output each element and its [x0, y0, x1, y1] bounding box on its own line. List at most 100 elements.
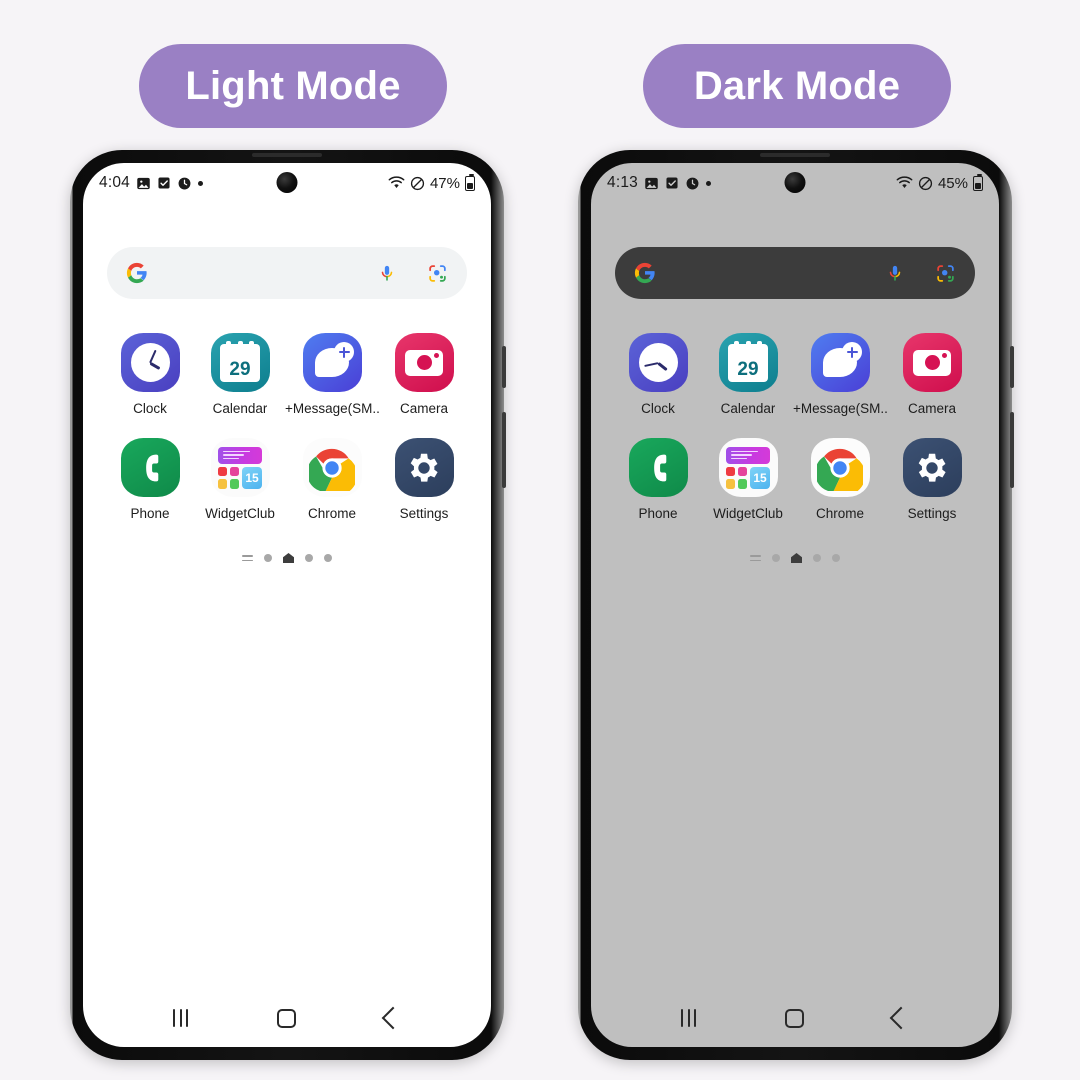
calendar-rings [728, 340, 768, 348]
page-dot[interactable] [305, 554, 313, 562]
plus-badge-icon [334, 342, 354, 362]
camera-flash [434, 352, 439, 358]
widget-day-number: 15 [753, 470, 767, 485]
photo-icon [644, 176, 659, 191]
google-search-bar[interactable] [615, 247, 975, 299]
page-dot[interactable] [324, 554, 332, 562]
widget-color-tiles [726, 466, 747, 489]
widgetclub-art: 15 [726, 446, 770, 489]
speech-bubble [315, 342, 354, 377]
app-list-menu-icon[interactable] [750, 554, 761, 562]
google-g-icon [633, 261, 657, 285]
google-lens-icon[interactable] [933, 261, 957, 285]
power-button[interactable] [502, 412, 506, 488]
app-list-menu-icon[interactable] [242, 554, 253, 562]
app-label: Phone [130, 506, 170, 521]
calendar-icon: 29 [718, 333, 778, 392]
app-icon-settings[interactable]: Settings [379, 438, 469, 521]
camera-lens [416, 355, 432, 370]
widgetclub-icon: 15 [210, 438, 270, 497]
home-screen-empty-area [83, 563, 491, 989]
app-label: Phone [638, 506, 678, 521]
status-bar: 4:13 45% [591, 163, 999, 203]
settings-gear-icon [394, 438, 454, 497]
power-button[interactable] [1010, 412, 1014, 488]
checkbox-icon [665, 176, 679, 190]
status-bar-right: 45% [896, 173, 983, 192]
home-icon[interactable] [784, 1008, 804, 1028]
message-plus-icon [810, 333, 870, 392]
battery-icon [973, 173, 983, 191]
app-icon-message[interactable]: +Message(SM... [793, 333, 887, 416]
status-bar: 4:04 47% [83, 163, 491, 203]
page-dot[interactable] [813, 554, 821, 562]
widgetclub-art: 15 [218, 446, 262, 489]
app-label: Clock [133, 401, 167, 416]
app-icon-settings[interactable]: Settings [887, 438, 977, 521]
widgetclub-icon: 15 [718, 438, 778, 497]
app-icon-calendar[interactable]: 29 Calendar [195, 333, 285, 416]
camera-flash [942, 352, 947, 358]
alarm-icon [177, 176, 192, 191]
earpiece-speaker [760, 153, 830, 157]
app-label: Settings [907, 506, 957, 521]
clock-face [638, 343, 678, 382]
app-icon-camera[interactable]: Camera [379, 333, 469, 416]
app-icon-calendar[interactable]: 29 Calendar [703, 333, 793, 416]
app-icon-phone[interactable]: Phone [613, 438, 703, 521]
google-lens-icon[interactable] [425, 261, 449, 285]
app-icon-widgetclub[interactable]: 15 WidgetClub [703, 438, 793, 521]
app-grid: Clock 29 Calendar +Message(SM... Camera … [83, 299, 491, 521]
back-icon[interactable] [381, 1006, 404, 1030]
comparison-stage: Light Mode Dark Mode 4:04 47% Clock 29 C… [0, 0, 1080, 1080]
handset-glyph [644, 450, 672, 486]
app-icon-clock[interactable]: Clock [105, 333, 195, 416]
app-label: +Message(SM... [285, 401, 379, 416]
microphone-icon[interactable] [883, 261, 907, 285]
widget-day-tile: 15 [242, 466, 262, 489]
app-icon-chrome[interactable]: Chrome [285, 438, 379, 521]
speech-bubble [823, 342, 862, 377]
home-page-icon[interactable] [791, 553, 802, 563]
status-time: 4:13 [607, 174, 638, 191]
recents-icon[interactable] [681, 1009, 697, 1027]
app-icon-chrome[interactable]: Chrome [793, 438, 887, 521]
volume-button[interactable] [502, 346, 506, 388]
page-dot[interactable] [772, 554, 780, 562]
widget-tiles-row: 15 [726, 466, 770, 489]
earpiece-speaker [252, 153, 322, 157]
home-icon[interactable] [276, 1008, 296, 1028]
page-indicator[interactable] [83, 553, 491, 563]
volume-button[interactable] [1010, 346, 1014, 388]
navigation-bar [591, 989, 999, 1047]
recents-icon[interactable] [173, 1009, 189, 1027]
widget-day-tile: 15 [750, 466, 770, 489]
chrome-icon [302, 438, 362, 497]
microphone-icon[interactable] [375, 261, 399, 285]
app-icon-clock[interactable]: Clock [613, 333, 703, 416]
plus-badge-icon [842, 342, 862, 362]
search-bar-region [591, 203, 999, 299]
google-search-bar[interactable] [107, 247, 467, 299]
dark-mode-badge: Dark Mode [643, 44, 951, 128]
calendar-day: 29 [737, 358, 759, 380]
battery-percent-label: 45% [937, 174, 968, 192]
battery-icon [465, 173, 475, 191]
page-dot[interactable] [264, 554, 272, 562]
camera-body [405, 349, 443, 376]
page-dot[interactable] [832, 554, 840, 562]
app-icon-message[interactable]: +Message(SM... [285, 333, 379, 416]
home-page-icon[interactable] [283, 553, 294, 563]
app-icon-phone[interactable]: Phone [105, 438, 195, 521]
calendar-body: 29 [220, 340, 260, 382]
photo-icon [136, 176, 151, 191]
app-icon-widgetclub[interactable]: 15 WidgetClub [195, 438, 285, 521]
phone-mockup-light: 4:04 47% Clock 29 Calendar +Message(SM..… [70, 150, 506, 1060]
app-label: Chrome [815, 506, 864, 521]
app-icon-camera[interactable]: Camera [887, 333, 977, 416]
clock-icon [628, 333, 688, 392]
wifi-icon [896, 176, 913, 190]
back-icon[interactable] [889, 1006, 912, 1030]
widget-tiles-row: 15 [218, 466, 262, 489]
page-indicator[interactable] [591, 553, 999, 563]
